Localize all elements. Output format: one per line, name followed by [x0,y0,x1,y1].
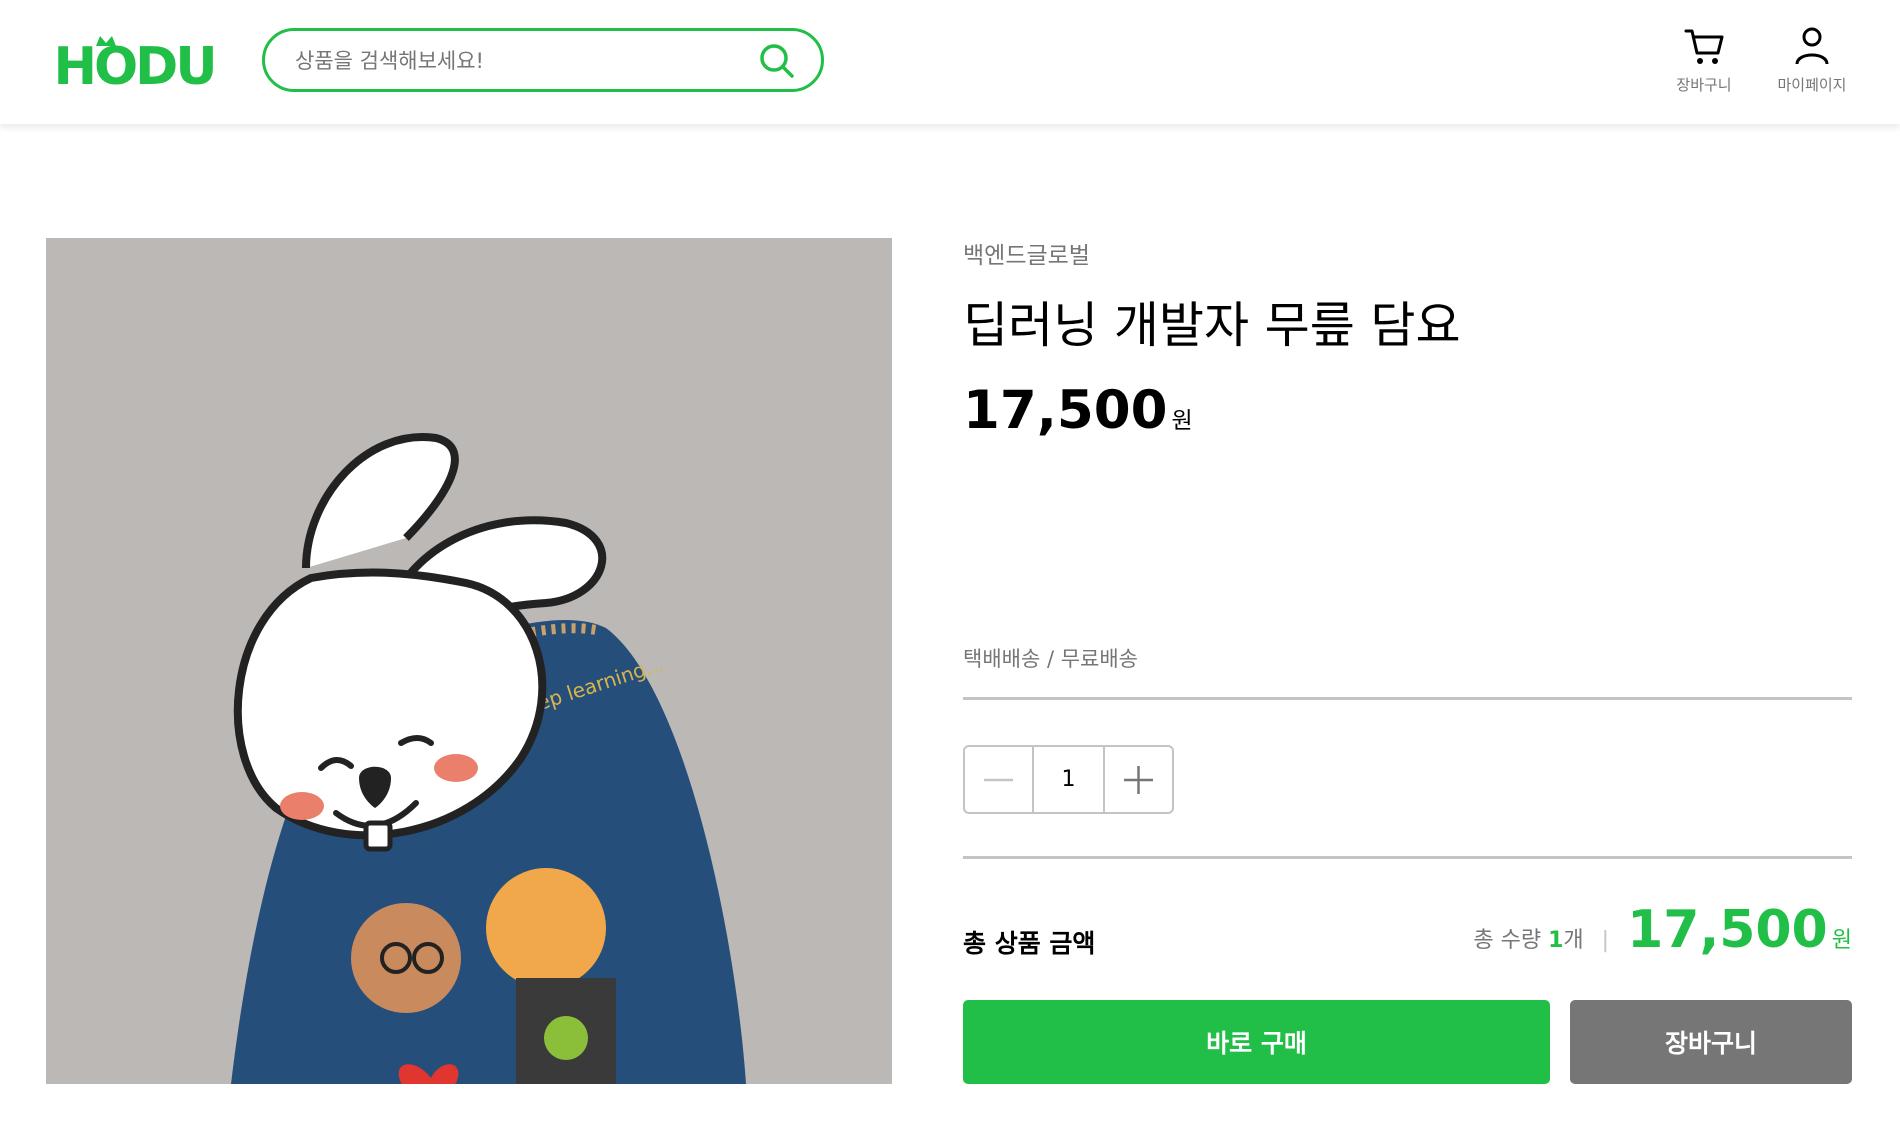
divider [963,856,1852,859]
total-count: 총 수량 1개 [1473,922,1583,954]
quantity-stepper: 1 [963,745,1174,814]
product-title: 딥러닝 개발자 무릎 담요 [963,297,1461,354]
total-separator: | [1601,928,1610,953]
price-value: 17,500 [963,380,1168,441]
quantity-value[interactable]: 1 [1032,747,1105,812]
cart-nav-button[interactable]: 장바구니 [1664,26,1744,95]
add-to-cart-button[interactable]: 장바구니 [1570,1000,1852,1084]
product-image: deep learning... [46,238,892,1084]
cart-icon [1684,29,1724,64]
hodu-logo[interactable]: HODU [44,34,224,90]
cart-nav-label: 장바구니 [1676,76,1732,94]
total-price: 17,500 [1627,900,1828,960]
total-count-unit: 개 [1563,928,1584,953]
plus-icon [1124,766,1153,794]
total-currency: 원 [1831,928,1852,953]
delivery-info: 택배배송 / 무료배송 [963,647,1138,671]
product-price: 17,500 원 [963,380,1193,441]
seller-name: 백엔드글로벌 [963,243,1090,269]
minus-icon [984,778,1013,782]
search-input[interactable] [293,31,747,91]
product-illustration: deep learning... [231,433,746,1084]
mypage-nav-button[interactable]: 마이페이지 [1762,26,1862,95]
total-label: 총 상품 금액 [963,929,1096,958]
site-header: HODU 장바구니 마이페이지 [0,0,1900,124]
total-count-value: 1 [1548,928,1564,953]
total-count-prefix: 총 수량 [1473,928,1542,953]
total-summary: 총 수량 1개 | 17,500 원 [1473,900,1852,970]
search-icon[interactable] [759,43,795,79]
logo-text: HODU [53,37,214,90]
search-bar [262,28,824,92]
user-icon [1795,27,1829,65]
increase-button[interactable] [1105,747,1172,812]
buy-now-button[interactable]: 바로 구매 [963,1000,1550,1084]
divider [963,697,1852,700]
mypage-nav-label: 마이페이지 [1777,76,1847,94]
decrease-button[interactable] [965,747,1032,812]
price-currency: 원 [1171,408,1193,434]
